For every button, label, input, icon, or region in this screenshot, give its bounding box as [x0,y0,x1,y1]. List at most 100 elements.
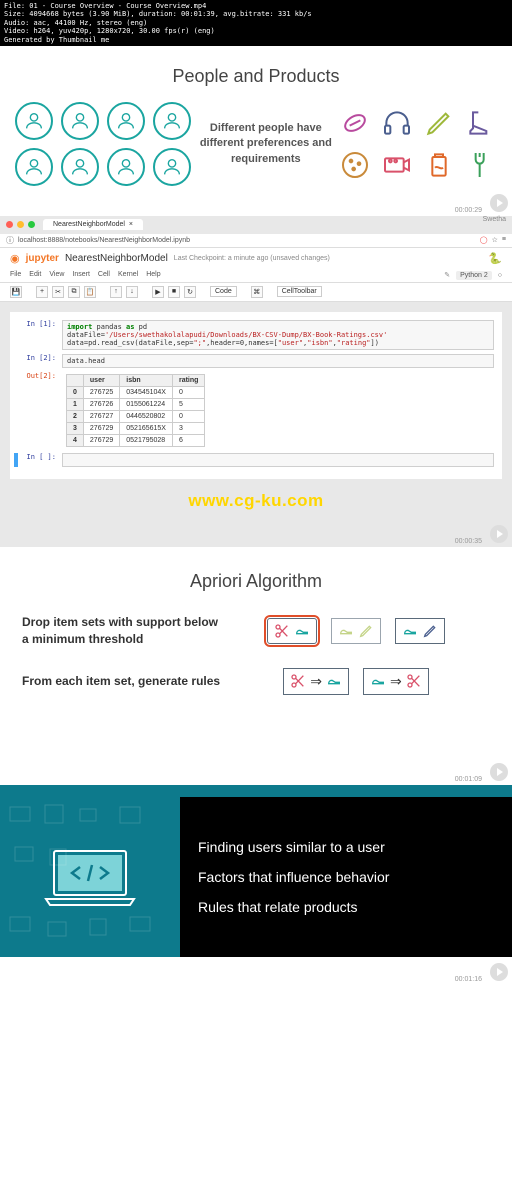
move-down-icon[interactable]: ↓ [126,286,138,298]
avatar-icon [15,148,53,186]
implies-arrow-icon: ⇒ [390,673,402,690]
slide-summary: Finding users similar to a user Factors … [0,785,512,985]
maximize-window-icon[interactable] [28,221,35,228]
itemset-box [395,618,445,644]
cell-toolbar-select[interactable]: CellToolbar [277,286,322,297]
products-icons-group [335,107,502,181]
rule-box: ⇒ [363,668,429,695]
menu-insert[interactable]: Insert [72,271,90,280]
apriori-step1-text: Drop item sets with support below a mini… [22,614,222,648]
jupyter-menu-bar: File Edit View Insert Cell Kernel Help ✎… [0,269,512,283]
table-row: 3276729052165615X3 [67,422,205,434]
people-avatars-group [10,102,197,186]
scissors-icon [290,673,306,689]
output-prompt: Out[2]: [18,372,62,449]
avatar-icon [61,148,99,186]
jar-icon [423,149,455,181]
avatar-icon [61,102,99,140]
headphones-icon [381,107,413,139]
shoe-icon [338,623,354,639]
menu-view[interactable]: View [49,271,64,280]
notebook-body: In [1]: import pandas as pd dataFile='/U… [10,312,502,479]
url-bar[interactable]: ⓘ localhost:8888/notebooks/NearestNeighb… [0,234,512,248]
fork-icon [465,149,497,181]
pencil-icon [423,107,455,139]
play-icon [490,194,508,212]
bookmark-icon[interactable]: ☆ [492,236,498,244]
video-metadata-bar: File: 01 - Course Overview - Course Over… [0,0,512,46]
menu-help[interactable]: Help [146,271,160,280]
table-row: 0276725034545104X0 [67,386,205,398]
itemset-box [331,618,381,644]
shoe-icon [370,673,386,689]
edit-mode-icon: ✎ [444,271,450,279]
jupyter-logo-icon: ◉ [10,252,20,265]
table-header-rating: rating [172,374,204,386]
paste-icon[interactable]: 📋 [84,286,96,298]
minimize-window-icon[interactable] [17,221,24,228]
code-cell-2[interactable]: In [2]: data.head [18,354,494,368]
restart-icon[interactable]: ↻ [184,286,196,298]
background-pattern-icon [0,797,180,957]
implies-arrow-icon: ⇒ [310,673,322,690]
avatar-icon [107,148,145,186]
save-icon[interactable]: 💾 [10,286,22,298]
code-cell-empty[interactable]: In [ ]: [14,453,494,467]
menu-file[interactable]: File [10,271,21,280]
bullet-line-2: Factors that influence behavior [198,869,494,885]
football-icon [339,107,371,139]
camera-icon [381,149,413,181]
cookie-icon [339,149,371,181]
move-up-icon[interactable]: ↑ [110,286,122,298]
slide4-bullets: Finding users similar to a user Factors … [180,797,512,957]
notebook-title[interactable]: NearestNeighborModel [65,253,168,264]
menu-icon[interactable]: ≡ [502,236,506,244]
table-header-isbn: isbn [120,374,173,386]
cell-code-content[interactable]: import pandas as pd dataFile='/Users/swe… [62,320,494,350]
command-palette-icon[interactable]: ⌘ [251,286,263,298]
stop-icon[interactable]: ■ [168,286,180,298]
code-cell-1[interactable]: In [1]: import pandas as pd dataFile='/U… [18,320,494,350]
rule-box: ⇒ [283,668,349,695]
menu-cell[interactable]: Cell [98,271,110,280]
avatar-icon [107,102,145,140]
slide-apriori-algorithm: Apriori Algorithm Drop item sets with su… [0,547,512,785]
menu-kernel[interactable]: Kernel [118,271,138,280]
meta-audio: Audio: aac, 44100 Hz, stereo (eng) [4,19,508,27]
table-header-index [67,374,84,386]
close-window-icon[interactable] [6,221,13,228]
copy-icon[interactable]: ⧉ [68,286,80,298]
timestamp-label: 00:01:09 [455,776,482,783]
meta-video: Video: h264, yuv420p, 1280x720, 30.00 fp… [4,27,508,35]
table-row: 427672905217950286 [67,434,205,446]
bullet-line-1: Finding users similar to a user [198,839,494,855]
pencil-icon [422,623,438,639]
cell-code-content[interactable]: data.head [62,354,494,368]
output-cell-2: Out[2]: user isbn rating 027672503454510… [18,372,494,449]
timestamp-label: 00:01:16 [455,976,482,983]
menu-edit[interactable]: Edit [29,271,41,280]
browser-tab[interactable]: NearestNeighborModel × [43,219,143,230]
avatar-icon [153,148,191,186]
jupyter-logo-text: jupyter [26,253,59,264]
jupyter-toolbar: 💾 + ✂ ⧉ 📋 ↑ ↓ ▶ ■ ↻ Code ⌘ CellToolbar [0,283,512,302]
slide1-title: People and Products [10,66,502,87]
bullet-line-3: Rules that relate products [198,899,494,915]
meta-file: File: 01 - Course Overview - Course Over… [4,2,508,10]
kernel-status-icon: ○ [498,272,502,279]
cell-prompt: In [1]: [18,320,62,350]
run-icon[interactable]: ▶ [152,286,164,298]
pencil-icon [358,623,374,639]
itemset-box-highlighted [267,618,317,644]
timestamp-label: 00:00:29 [455,207,482,214]
play-icon [490,963,508,981]
avatar-icon [153,102,191,140]
cell-type-select[interactable]: Code [210,286,237,297]
opera-icon[interactable]: ◯ [480,236,488,244]
add-cell-icon[interactable]: + [36,286,48,298]
meta-size: Size: 4094668 bytes (3.90 MiB), duration… [4,10,508,18]
empty-code-input[interactable] [62,453,494,467]
cut-icon[interactable]: ✂ [52,286,64,298]
checkpoint-status: Last Checkpoint: a minute ago (unsaved c… [174,255,330,262]
slide1-caption: Different people have different preferen… [197,121,335,167]
